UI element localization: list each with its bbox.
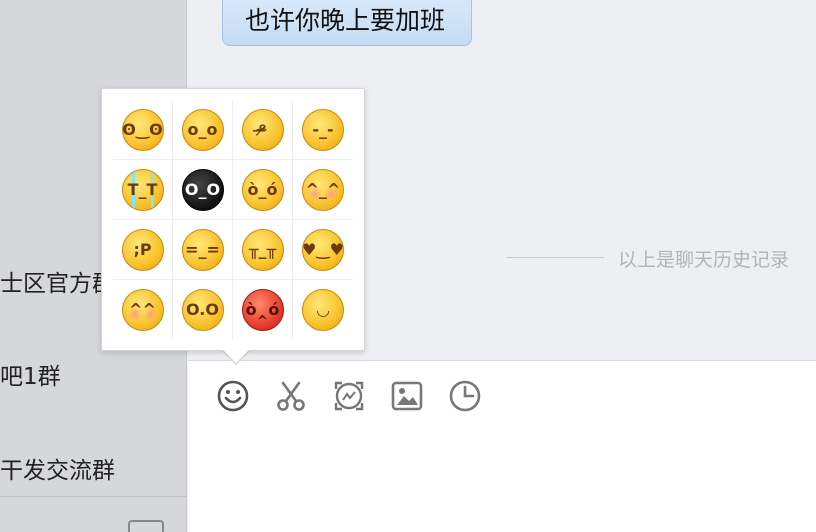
screenshot-button[interactable] (271, 376, 311, 416)
emoji-cell[interactable]: O.O (173, 280, 233, 340)
surprised-emoji: O.O (181, 289, 224, 331)
emoji-button[interactable] (213, 376, 253, 416)
smiley-icon (217, 380, 249, 412)
sidebar-item-label: 吧1群 (0, 364, 61, 390)
grin-emoji: ʘ‿ʘ (121, 108, 164, 151)
emoji-cell[interactable]: ╥_╥ (233, 220, 293, 280)
history-divider-line (506, 257, 604, 258)
send-image-button[interactable] (387, 376, 427, 416)
emoji-cell[interactable]: =_= (173, 220, 233, 280)
smile-blush-emoji: ^_^ (302, 168, 344, 211)
scissors-icon (277, 381, 305, 411)
emoji-cell[interactable]: O_O (173, 160, 233, 220)
emoji-cell[interactable]: ;P (113, 220, 173, 280)
sidebar-item-bar-group[interactable]: 吧1群 (0, 357, 61, 391)
message-bubble: 也许你晚上要加班 (222, 0, 473, 46)
emoji-cell[interactable]: ◡ (293, 280, 353, 340)
yawn-emoji: ᵒ̴̶̷ (241, 108, 284, 151)
emoji-cell[interactable]: ^^ (113, 280, 173, 340)
tongue-wink-emoji: ;P (121, 228, 164, 271)
sidebar-item-label: 士区官方群 (0, 271, 115, 297)
sidebar-item-official-group[interactable]: 士区官方群 (0, 264, 115, 298)
smile-emoji: ◡ (302, 289, 344, 331)
emoji-cell[interactable]: T_T (113, 160, 173, 220)
emoji-picker: ʘ‿ʘ o_o ᵒ̴̶̷ -_- T_T O_O ò_ó ^_^ ;P =_= ╥_╥ ♥‿♥ ^^ O.… (101, 88, 365, 351)
scared-black-emoji: O_O (181, 168, 224, 211)
cry-emoji: T_T (121, 168, 164, 211)
settings-icon[interactable] (128, 520, 164, 532)
emoji-cell[interactable]: ♥‿♥ (293, 220, 353, 280)
emoji-cell[interactable]: ^_^ (293, 160, 353, 220)
sweat-emoji: =_= (181, 228, 224, 271)
history-label: 以上是聊天历史记录 (618, 249, 790, 271)
popup-arrow (223, 350, 249, 363)
emoji-cell[interactable]: -_- (293, 100, 353, 160)
message-input-area[interactable] (188, 360, 816, 532)
screen-capture-button[interactable] (329, 376, 369, 416)
screen-capture-icon (334, 381, 364, 411)
pick-nose-emoji: -_- (302, 108, 344, 151)
emoji-cell[interactable]: ʘ‿ʘ (113, 100, 173, 160)
emoji-cell[interactable]: ò_ó (233, 160, 293, 220)
emoji-grid: ʘ‿ʘ o_o ᵒ̴̶̷ -_- T_T O_O ò_ó ^_^ ;P =_= ╥_╥ ♥‿♥ ^^ O.… (113, 100, 353, 340)
furious-emoji: ò‸ó (241, 289, 284, 331)
image-icon (391, 381, 423, 411)
message-text: 也许你晚上要加班 (245, 6, 446, 35)
angry-stare-emoji: ò_ó (241, 168, 284, 211)
heart-eyes-emoji: ♥‿♥ (302, 228, 344, 271)
emoji-cell[interactable]: o_o (173, 100, 233, 160)
shy-emoji: ^^ (121, 289, 164, 331)
emoji-cell[interactable]: ᵒ̴̶̷ (233, 100, 293, 160)
emoji-cell[interactable]: ò‸ó (233, 280, 293, 340)
sidebar-item-label: 干发交流群 (0, 458, 115, 484)
sidebar-divider (0, 496, 187, 497)
worried-emoji: o_o (181, 108, 224, 151)
history-button[interactable] (445, 376, 485, 416)
sad-tears-emoji: ╥_╥ (241, 228, 284, 271)
sidebar-item-dev-group[interactable]: 干发交流群 (0, 451, 115, 485)
clock-icon (449, 380, 481, 412)
